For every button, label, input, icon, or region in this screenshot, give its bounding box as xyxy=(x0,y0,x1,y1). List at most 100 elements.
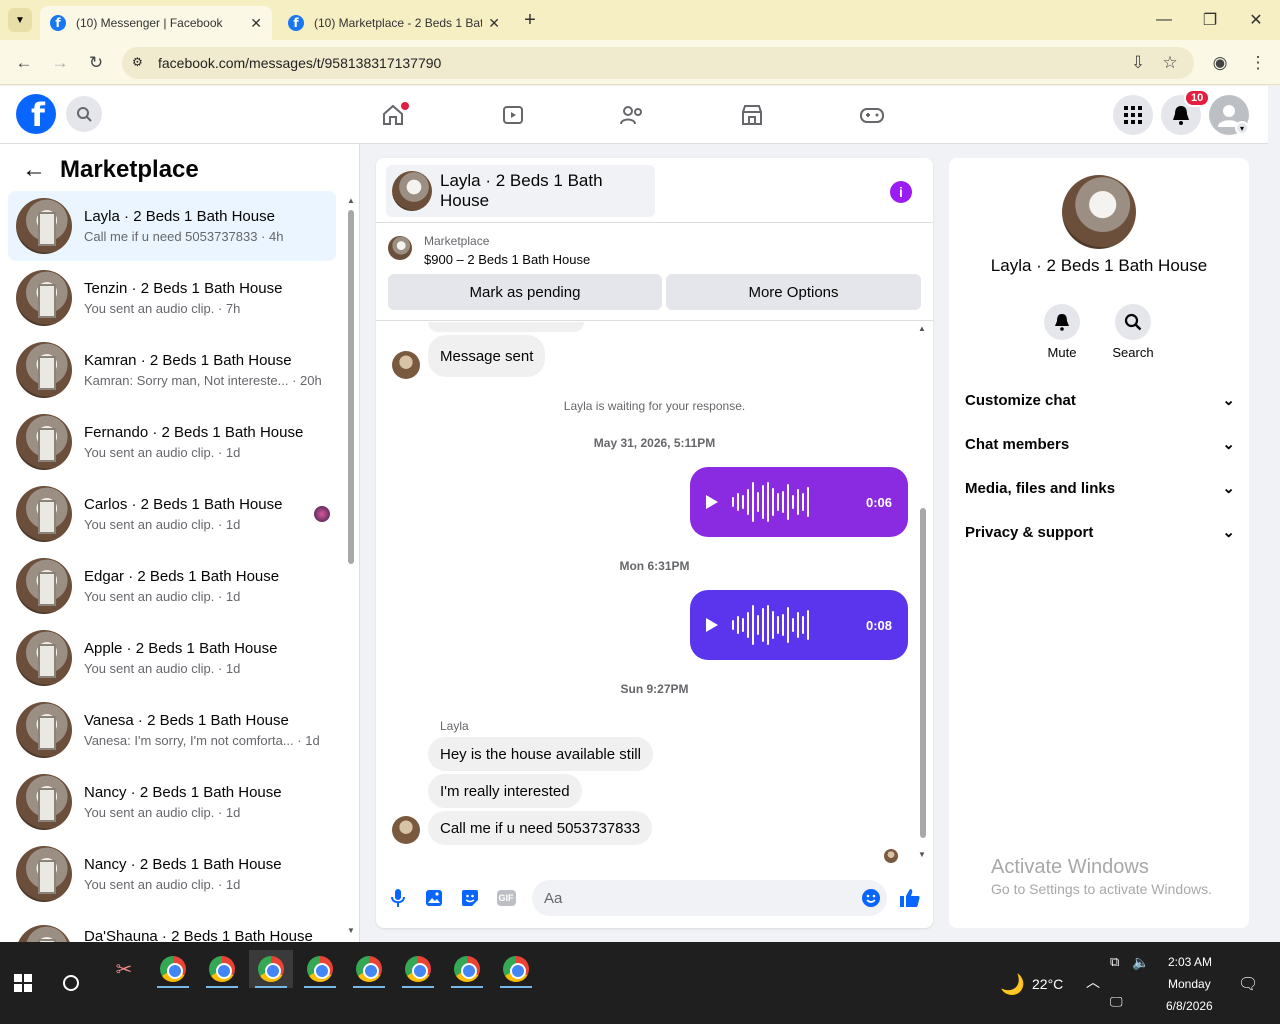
message-input[interactable]: Aa xyxy=(532,880,887,916)
cortana-search-icon[interactable] xyxy=(63,975,79,991)
divider xyxy=(376,222,933,223)
audio-message[interactable]: 0:08 xyxy=(690,590,908,660)
show-hidden-icons[interactable]: ︿ xyxy=(1086,972,1100,992)
clock-day[interactable]: Monday xyxy=(1168,977,1211,991)
contact-avatar-large[interactable] xyxy=(1062,175,1136,249)
conversation-item[interactable]: Nancy · 2 Beds 1 Bath House You sent an a… xyxy=(8,839,336,909)
back-icon[interactable]: ← xyxy=(10,50,38,76)
chrome-icon[interactable] xyxy=(494,950,538,988)
tab-messenger[interactable]: f (10) Messenger | Facebook ✕ xyxy=(40,6,272,40)
message-bubble[interactable]: I'm really interested xyxy=(428,774,582,808)
site-info-icon[interactable]: ⚙ xyxy=(132,55,143,69)
tab-marketplace[interactable]: f (10) Marketplace - 2 Beds 1 Bat ✕ xyxy=(278,6,510,40)
microphone-icon[interactable] xyxy=(386,886,410,910)
gaming-icon[interactable] xyxy=(852,98,892,132)
mark-as-pending-button[interactable]: Mark as pending xyxy=(388,274,662,310)
play-icon[interactable] xyxy=(706,618,718,632)
chrome-icon[interactable] xyxy=(347,950,391,988)
chrome-icon[interactable] xyxy=(151,950,195,988)
scroll-down-icon[interactable]: ▼ xyxy=(347,926,355,935)
install-app-icon[interactable]: ⇩ xyxy=(1124,50,1152,76)
chrome-icon[interactable] xyxy=(445,950,489,988)
new-tab-button[interactable]: + xyxy=(518,8,542,32)
profile-icon[interactable]: ◉ xyxy=(1206,50,1234,76)
address-bar[interactable]: ⚙ facebook.com/messages/t/95813831713779… xyxy=(122,47,1194,79)
weather-moon-icon[interactable]: 🌙 xyxy=(1000,972,1025,997)
chat-scrollbar[interactable]: ▲ ▼ xyxy=(918,322,928,859)
weather-temperature[interactable]: 22°C xyxy=(1032,976,1063,992)
close-tab-icon[interactable]: ✕ xyxy=(488,15,500,32)
account-avatar[interactable]: ▾ xyxy=(1209,95,1249,135)
privacy-support-section[interactable]: Privacy & support ⌄ xyxy=(965,512,1235,552)
menu-dots-icon[interactable]: ⋮ xyxy=(1244,50,1272,76)
info-icon[interactable]: i xyxy=(890,181,912,203)
conversation-item[interactable]: Apple · 2 Beds 1 Bath House You sent an a… xyxy=(8,623,336,693)
snipping-tool-icon[interactable]: ✂ xyxy=(102,950,146,988)
conversation-item[interactable]: Vanesa · 2 Beds 1 Bath House Vanesa: I'm … xyxy=(8,695,336,765)
display-icon[interactable]: 🖵 xyxy=(1110,994,1123,1010)
chrome-icon[interactable] xyxy=(249,950,293,988)
clock-time[interactable]: 2:03 AM xyxy=(1168,955,1212,969)
conversation-preview: Vanesa: I'm sorry, I'm not comforta... ·… xyxy=(84,733,320,748)
chat-members-section[interactable]: Chat members ⌄ xyxy=(965,424,1235,464)
chat-header[interactable]: Layla · 2 Beds 1 Bath House xyxy=(386,165,655,217)
conversation-item[interactable]: Edgar · 2 Beds 1 Bath House You sent an a… xyxy=(8,551,336,621)
chrome-icon[interactable] xyxy=(200,950,244,988)
media-files-links-section[interactable]: Media, files and links ⌄ xyxy=(965,468,1235,508)
scroll-down-icon[interactable]: ▼ xyxy=(918,850,926,859)
forward-icon[interactable]: → xyxy=(46,50,74,76)
gif-icon[interactable]: GIF xyxy=(494,886,518,910)
search-icon[interactable] xyxy=(66,96,102,132)
customize-chat-section[interactable]: Customize chat ⌄ xyxy=(965,380,1235,420)
seen-avatar xyxy=(884,849,898,863)
restore-icon[interactable]: ❐ xyxy=(1190,8,1230,32)
message-bubble[interactable]: Message sent xyxy=(428,335,546,377)
apps-menu-icon[interactable] xyxy=(1113,95,1153,135)
back-arrow-icon[interactable]: ← xyxy=(22,156,46,184)
clock-date[interactable]: 6/8/2026 xyxy=(1166,999,1213,1013)
conversation-list-scrollbar[interactable]: ▲ ▼ xyxy=(346,196,356,938)
message-bubble[interactable]: Hey is the house available still xyxy=(428,737,653,771)
video-icon[interactable] xyxy=(493,98,533,132)
close-window-icon[interactable]: ✕ xyxy=(1236,8,1276,32)
more-options-button[interactable]: More Options xyxy=(666,274,921,310)
scroll-up-icon[interactable]: ▲ xyxy=(347,196,355,205)
friends-icon[interactable] xyxy=(612,98,652,132)
facebook-logo[interactable]: f xyxy=(16,94,56,134)
scrollbar-thumb[interactable] xyxy=(348,210,354,564)
conversation-item[interactable]: Da'Shauna · 2 Beds 1 Bath House xyxy=(8,911,336,942)
marketplace-icon[interactable] xyxy=(732,98,772,132)
audio-message[interactable]: 0:06 xyxy=(690,467,908,537)
home-icon[interactable] xyxy=(373,98,413,132)
like-icon[interactable] xyxy=(898,886,922,910)
account-chevron-down-icon[interactable]: ▾ xyxy=(1235,121,1249,135)
conversation-item[interactable]: Carlos · 2 Beds 1 Bath House You sent an … xyxy=(8,479,336,549)
sticker-icon[interactable] xyxy=(458,886,482,910)
mute-bell-icon[interactable] xyxy=(1044,304,1080,340)
listing-title[interactable]: $900 – 2 Beds 1 Bath House xyxy=(424,252,590,267)
conversation-item[interactable]: Nancy · 2 Beds 1 Bath House You sent an a… xyxy=(8,767,336,837)
chrome-icon[interactable] xyxy=(396,950,440,988)
listing-thumbnail[interactable] xyxy=(388,236,412,260)
emoji-icon[interactable] xyxy=(859,886,883,910)
reload-icon[interactable]: ↻ xyxy=(82,50,110,76)
tab-search-icon[interactable]: ▼ xyxy=(8,8,32,32)
gallery-icon[interactable] xyxy=(422,886,446,910)
chrome-icon[interactable] xyxy=(298,950,342,988)
play-icon[interactable] xyxy=(706,495,718,509)
search-in-chat-icon[interactable] xyxy=(1115,304,1151,340)
conversation-item[interactable]: Layla · 2 Beds 1 Bath House Call me if u … xyxy=(8,191,336,261)
windows-start-icon[interactable] xyxy=(14,974,32,995)
conversation-item[interactable]: Tenzin · 2 Beds 1 Bath House You sent an … xyxy=(8,263,336,333)
message-bubble[interactable]: Call me if u need 5053737833 xyxy=(428,811,653,845)
conversation-item[interactable]: Fernando · 2 Beds 1 Bath House You sent a… xyxy=(8,407,336,477)
conversation-item[interactable]: Kamran · 2 Beds 1 Bath House Kamran: Sorr… xyxy=(8,335,336,405)
minimize-icon[interactable]: — xyxy=(1144,8,1184,32)
network-icon[interactable]: ⧉ xyxy=(1110,954,1119,970)
scrollbar-thumb[interactable] xyxy=(920,508,926,838)
bookmark-star-icon[interactable]: ☆ xyxy=(1156,50,1184,76)
scroll-up-icon[interactable]: ▲ xyxy=(918,324,926,333)
close-tab-icon[interactable]: ✕ xyxy=(250,15,262,32)
notification-center-icon[interactable]: 🗨 xyxy=(1238,974,1258,994)
volume-icon[interactable]: 🔈 xyxy=(1132,954,1149,971)
